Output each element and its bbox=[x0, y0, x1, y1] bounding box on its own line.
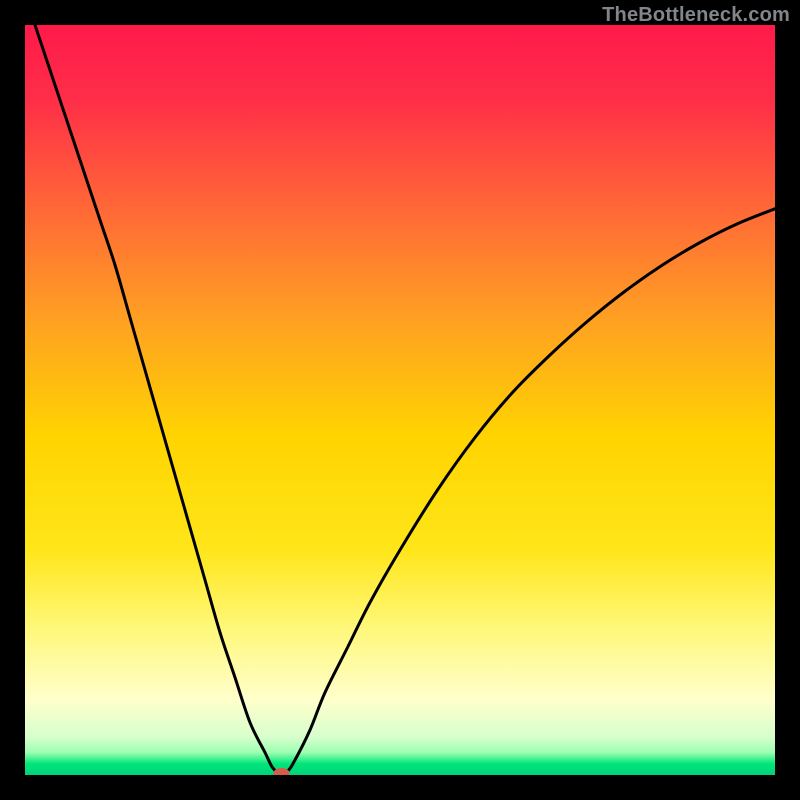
chart-container: TheBottleneck.com bbox=[0, 0, 800, 800]
bottleneck-chart bbox=[25, 25, 775, 775]
plot-area bbox=[25, 25, 775, 775]
watermark-label: TheBottleneck.com bbox=[602, 4, 790, 27]
gradient-background bbox=[25, 25, 775, 775]
